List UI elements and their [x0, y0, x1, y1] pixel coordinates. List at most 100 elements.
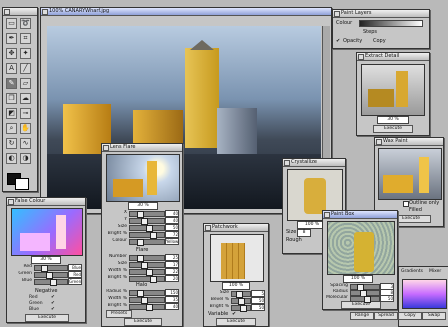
slider-label: Blue	[22, 278, 32, 283]
slider-value[interactable]: 17	[165, 261, 179, 268]
slider-knob[interactable]	[137, 239, 145, 246]
paintbox-preview[interactable]	[327, 221, 395, 275]
mixer-tab[interactable]: Mixer	[429, 269, 441, 274]
false-colour-execute-button[interactable]: Execute	[25, 314, 69, 322]
slider-knob[interactable]	[49, 279, 57, 286]
slider-value[interactable]: 5	[251, 290, 265, 297]
picker-icon[interactable]: ⊸	[20, 108, 31, 119]
paintbox-titlebar[interactable]: Paint Box	[323, 211, 397, 219]
burn-icon[interactable]: ◑	[20, 153, 31, 164]
spread-button[interactable]: Spread	[374, 312, 398, 320]
slider-track[interactable]	[129, 304, 165, 311]
slider-value[interactable]: 25	[165, 254, 179, 261]
slider-value[interactable]: 22	[165, 268, 179, 275]
slider-value[interactable]: 40	[165, 210, 179, 217]
slider-value[interactable]: 50	[251, 304, 265, 311]
slider-value[interactable]: Red	[68, 271, 82, 278]
extract-detail-titlebar[interactable]: Extract Detail	[357, 53, 429, 61]
smudge-icon[interactable]: ∿	[20, 138, 31, 149]
swap-button[interactable]: Swap	[422, 312, 446, 320]
text-icon[interactable]: A	[6, 63, 17, 74]
airbrush-icon[interactable]: ☁	[20, 93, 31, 104]
copy-button[interactable]: Copy	[398, 312, 422, 320]
negative-checkbox[interactable]: ✔	[51, 295, 55, 300]
layers-opacity-checkbox[interactable]: ✔	[336, 38, 340, 44]
false-colour-preview[interactable]	[11, 208, 83, 256]
slider-track[interactable]	[34, 279, 68, 286]
slider-value[interactable]: Green	[68, 278, 82, 285]
gradient-preview[interactable]	[402, 279, 447, 309]
false-colour-zoom[interactable]: 30 %	[31, 256, 61, 264]
slider-value[interactable]: 40	[165, 303, 179, 310]
crop-icon[interactable]: ⌗	[20, 33, 31, 44]
zoom-icon[interactable]: ⌕	[6, 123, 17, 134]
wand-icon[interactable]: ✦	[20, 48, 31, 59]
range-button[interactable]: Range	[350, 312, 374, 320]
patchwork-preview[interactable]	[210, 234, 264, 282]
select-rect-icon[interactable]: ▭	[6, 18, 17, 29]
canvas-image[interactable]	[47, 26, 321, 209]
background-colour-swatch[interactable]	[15, 178, 29, 190]
crystallize-size-value[interactable]: 8	[297, 229, 311, 237]
slider-value[interactable]: 50	[380, 295, 394, 302]
layers-titlebar[interactable]: Paint Layers	[333, 10, 429, 18]
lens-flare-titlebar[interactable]: Lens Flare	[102, 144, 182, 152]
slider-knob[interactable]	[150, 276, 158, 283]
slider-value[interactable]: 50	[251, 297, 265, 304]
clone-icon[interactable]: ❐	[6, 93, 17, 104]
extract-detail-execute-button[interactable]: Execute	[373, 125, 413, 133]
lens-flare-zoom[interactable]: 30 %	[128, 202, 158, 210]
slider-knob[interactable]	[240, 305, 248, 312]
layers-window: Paint Layers Colour Steps ✔ Opacity Copy	[332, 9, 430, 49]
slider-value[interactable]: Blue	[68, 264, 82, 271]
patchwork-variable-checkbox[interactable]: ✔	[232, 311, 236, 317]
slider-value[interactable]: 72	[165, 231, 179, 238]
slider-knob[interactable]	[145, 304, 153, 311]
slider-track[interactable]	[129, 276, 165, 283]
extract-detail-preview[interactable]	[361, 64, 425, 116]
lens-flare-presets-button[interactable]: Presets	[106, 310, 132, 318]
slider-value[interactable]: 50	[165, 224, 179, 231]
extract-tower	[396, 71, 408, 107]
fill-icon[interactable]: ◩	[6, 108, 17, 119]
patchwork-zoom[interactable]: 100 %	[222, 282, 250, 290]
negative-blue-option[interactable]: Blue	[29, 307, 39, 312]
eraser-icon[interactable]: ▱	[20, 78, 31, 89]
layers-colour-bar[interactable]	[359, 20, 423, 27]
slider-value[interactable]: 20	[165, 275, 179, 282]
dodge-icon[interactable]: ◐	[6, 153, 17, 164]
paintbox-execute-button[interactable]: Execute	[341, 301, 381, 309]
slider-track[interactable]	[129, 239, 165, 246]
extract-detail-zoom[interactable]: 30 %	[377, 116, 409, 124]
canvas-titlebar[interactable]: 100% CANARYWharf.jpg	[41, 8, 331, 16]
wax-paint-titlebar[interactable]: Wax Paint	[375, 138, 443, 146]
slider-value[interactable]: 40	[165, 217, 179, 224]
wax-paint-preview[interactable]	[378, 148, 442, 200]
toolbox-titlebar[interactable]	[3, 8, 37, 16]
slider-track[interactable]	[231, 305, 251, 312]
false-colour-titlebar[interactable]: False Colour	[7, 198, 85, 206]
negative-checkbox[interactable]: ✔	[51, 301, 55, 306]
slider-track[interactable]	[350, 296, 380, 303]
move-icon[interactable]: ✥	[6, 48, 17, 59]
slider-value[interactable]: Yellow	[165, 238, 179, 245]
gradients-tab[interactable]: Gradients	[401, 269, 423, 274]
negative-green-option[interactable]: Green	[29, 301, 43, 306]
lasso-icon[interactable]: ➰	[20, 18, 31, 29]
negative-checkbox[interactable]: ✔	[51, 307, 55, 312]
paintbox-zoom[interactable]: 100 %	[343, 275, 373, 283]
slider-row: Number 25	[105, 254, 179, 262]
slider-value[interactable]: 35	[165, 296, 179, 303]
line-icon[interactable]: ╱	[20, 63, 31, 74]
slider-value[interactable]: 150	[165, 289, 179, 296]
brush-icon[interactable]: ✎	[6, 78, 17, 89]
slider-knob[interactable]	[363, 296, 371, 303]
crystallize-titlebar[interactable]: Crystallize	[283, 159, 345, 167]
patchwork-titlebar[interactable]: Patchwork	[204, 224, 268, 232]
negative-red-option[interactable]: Red	[29, 295, 38, 300]
hand-icon[interactable]: ✋	[20, 123, 31, 134]
pen-icon[interactable]: ✒	[6, 33, 17, 44]
crystallize-size-label: Size	[286, 229, 297, 235]
rotate-icon[interactable]: ↻	[6, 138, 17, 149]
lens-flare-preview[interactable]	[106, 154, 180, 202]
